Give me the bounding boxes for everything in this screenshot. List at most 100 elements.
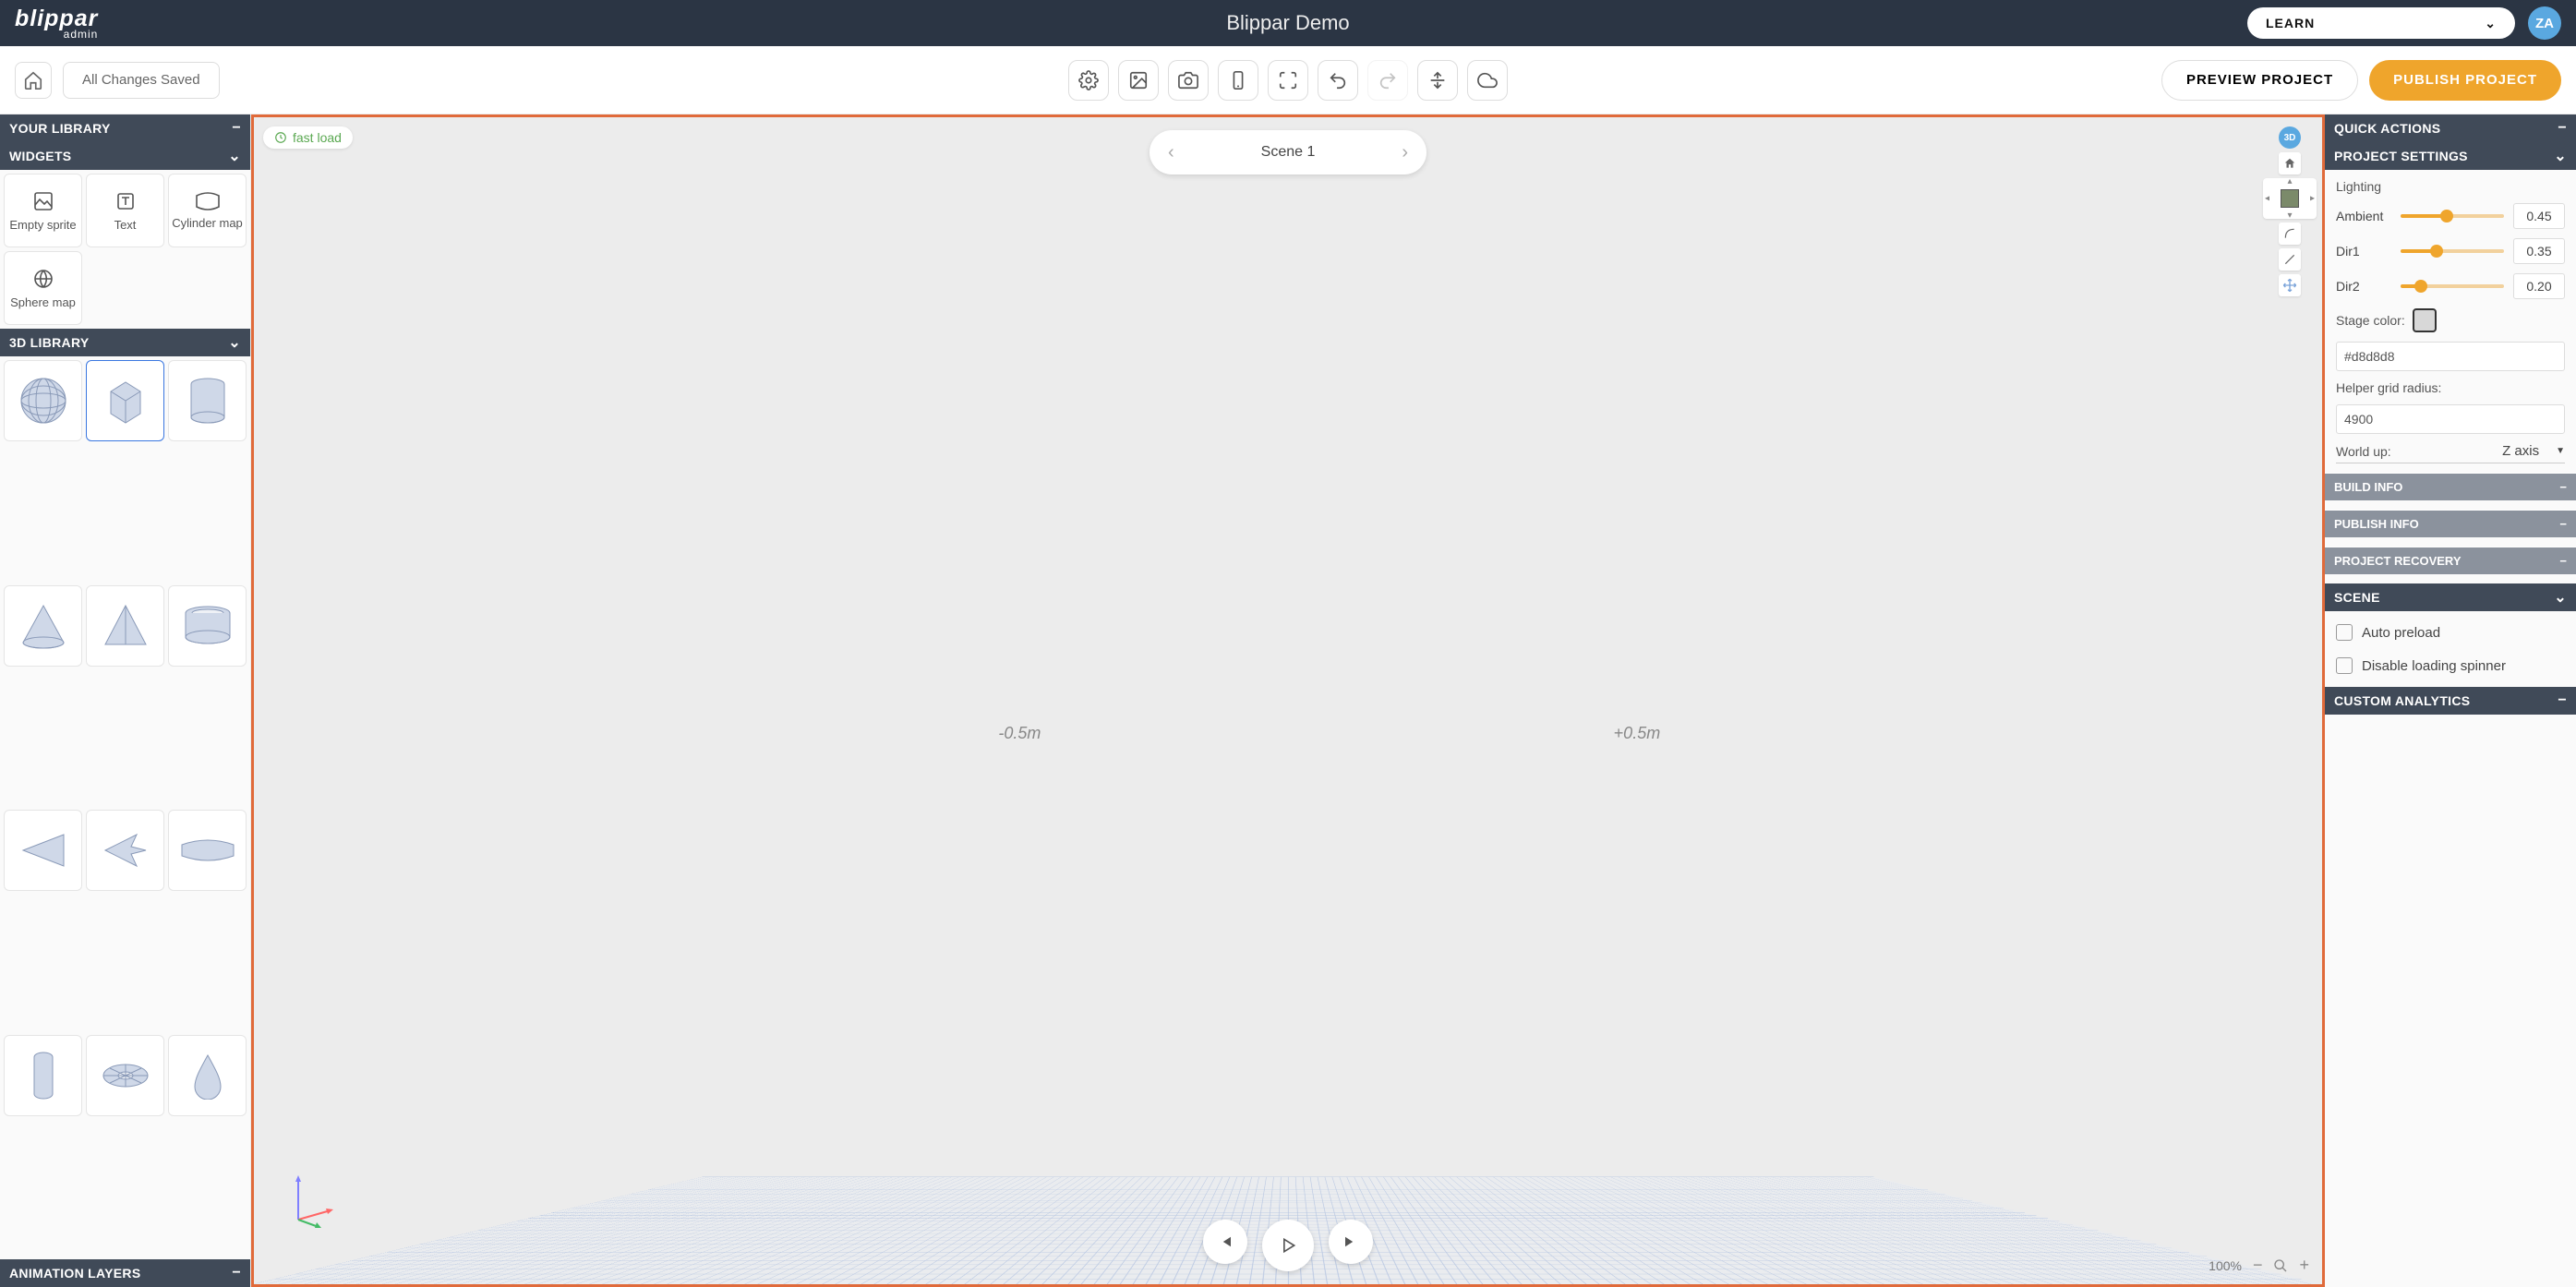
shape-cone[interactable]: [4, 585, 82, 667]
stage-color-input[interactable]: [2336, 342, 2565, 371]
scene-header[interactable]: SCENE ⌄: [2325, 583, 2576, 611]
home-view-button[interactable]: [2279, 152, 2301, 174]
shape-triangle-flat[interactable]: [4, 810, 82, 891]
shape-pyramid[interactable]: [86, 585, 164, 667]
widget-sphere-map[interactable]: Sphere map: [4, 251, 82, 325]
redo-button[interactable]: [1367, 60, 1408, 101]
auto-preload-row[interactable]: Auto preload: [2336, 620, 2565, 644]
publish-project-button[interactable]: PUBLISH PROJECT: [2369, 60, 2561, 101]
world-up-row[interactable]: World up: Z axis ▼: [2336, 443, 2565, 463]
project-recovery-header[interactable]: PROJECT RECOVERY −: [2325, 547, 2576, 574]
shape-sphere[interactable]: [4, 360, 82, 441]
quick-actions-label: QUICK ACTIONS: [2334, 121, 2440, 136]
skip-forward-button[interactable]: [1329, 1220, 1373, 1264]
skip-back-button[interactable]: [1203, 1220, 1247, 1264]
widgets-header[interactable]: WIDGETS ⌄: [0, 142, 250, 170]
app-logo[interactable]: blippar admin: [15, 7, 98, 40]
user-avatar[interactable]: ZA: [2528, 6, 2561, 40]
publish-info-header[interactable]: PUBLISH INFO −: [2325, 510, 2576, 537]
your-library-label: YOUR LIBRARY: [9, 121, 111, 136]
zoom-in-button[interactable]: +: [2299, 1256, 2309, 1275]
shape-ribbon[interactable]: [168, 810, 247, 891]
disable-loading-checkbox[interactable]: [2336, 657, 2353, 674]
app-logo-sub: admin: [64, 29, 99, 40]
view-3d-toggle[interactable]: 3D: [2279, 126, 2301, 149]
project-settings-header[interactable]: PROJECT SETTINGS ⌄: [2325, 142, 2576, 170]
zoom-out-button[interactable]: −: [2253, 1256, 2263, 1275]
cloud-button[interactable]: [1467, 60, 1508, 101]
shape-cube[interactable]: [86, 360, 164, 441]
shape-cylinder[interactable]: [168, 360, 247, 441]
camera-button[interactable]: [1168, 60, 1209, 101]
dir1-slider[interactable]: [2401, 249, 2504, 253]
auto-preload-checkbox[interactable]: [2336, 624, 2353, 641]
stage-color-label: Stage color:: [2336, 313, 2405, 328]
learn-dropdown[interactable]: LEARN ⌄: [2247, 7, 2515, 39]
widget-cylinder-map[interactable]: Cylinder map: [168, 174, 247, 247]
stage-color-swatch[interactable]: [2413, 308, 2437, 332]
build-info-header[interactable]: BUILD INFO −: [2325, 473, 2576, 500]
settings-button[interactable]: [1068, 60, 1109, 101]
left-panel: YOUR LIBRARY − WIDGETS ⌄ Empty sprite Te…: [0, 114, 251, 1287]
widget-label: Text: [114, 218, 137, 232]
project-recovery-label: PROJECT RECOVERY: [2334, 554, 2462, 568]
your-library-header[interactable]: YOUR LIBRARY −: [0, 114, 250, 142]
widget-text[interactable]: Text: [86, 174, 164, 247]
shape-droplet[interactable]: [168, 1035, 247, 1116]
dir2-slider[interactable]: [2401, 284, 2504, 288]
app-logo-text: blippar: [15, 7, 98, 30]
fullscreen-button[interactable]: [1268, 60, 1308, 101]
dir2-value[interactable]: 0.20: [2513, 273, 2565, 299]
3d-library-header[interactable]: 3D LIBRARY ⌄: [0, 329, 250, 356]
shape-tube[interactable]: [168, 585, 247, 667]
ambient-slider[interactable]: [2401, 214, 2504, 218]
triangle-up-icon: ▴: [2287, 176, 2292, 186]
cloud-icon: [1477, 70, 1498, 90]
collapse-button[interactable]: [1417, 60, 1458, 101]
dir1-value[interactable]: 0.35: [2513, 238, 2565, 264]
minus-icon: −: [2558, 120, 2567, 137]
dir1-slider-row: Dir1 0.35: [2336, 238, 2565, 264]
canvas-viewport[interactable]: -0.5m +0.5m fast load ‹ Scene 1 › 3D ▴: [251, 114, 2325, 1287]
quick-actions-header[interactable]: QUICK ACTIONS −: [2325, 114, 2576, 142]
disable-loading-label: Disable loading spinner: [2362, 658, 2506, 674]
shape-pill[interactable]: [4, 1035, 82, 1116]
3d-library-label: 3D LIBRARY: [9, 335, 90, 350]
sphere-map-icon: [32, 268, 54, 290]
fast-load-label: fast load: [293, 130, 342, 145]
scene-name: Scene 1: [1261, 144, 1316, 161]
rotate-tool[interactable]: [2279, 223, 2301, 245]
home-button[interactable]: [15, 62, 52, 99]
ambient-value[interactable]: 0.45: [2513, 203, 2565, 229]
triangle-left-icon: ◂: [2265, 194, 2269, 204]
device-button[interactable]: [1218, 60, 1258, 101]
world-up-label: World up:: [2336, 444, 2391, 459]
animation-layers-header[interactable]: ANIMATION LAYERS −: [0, 1259, 250, 1287]
helper-grid-input[interactable]: [2336, 404, 2565, 434]
preview-project-button[interactable]: PREVIEW PROJECT: [2161, 60, 2358, 101]
next-scene-button[interactable]: ›: [1402, 142, 1408, 163]
widget-empty-sprite[interactable]: Empty sprite: [4, 174, 82, 247]
image-button[interactable]: [1118, 60, 1159, 101]
minus-icon: −: [2559, 517, 2567, 531]
publish-info-label: PUBLISH INFO: [2334, 517, 2419, 531]
chevron-down-icon: ⌄: [2554, 588, 2567, 607]
undo-button[interactable]: [1318, 60, 1358, 101]
line-tool[interactable]: [2279, 248, 2301, 271]
marker-right-label: +0.5m: [1614, 724, 1661, 743]
gear-icon: [1078, 70, 1099, 90]
disable-loading-row[interactable]: Disable loading spinner: [2336, 654, 2565, 678]
play-button[interactable]: [1262, 1220, 1314, 1271]
prev-scene-button[interactable]: ‹: [1168, 142, 1174, 163]
axis-gizmo-icon: [280, 1173, 335, 1229]
minus-icon: −: [2558, 692, 2567, 709]
camera-icon: [1178, 70, 1198, 90]
pencil-icon: [2283, 253, 2296, 266]
minus-icon: −: [232, 120, 241, 137]
custom-analytics-header[interactable]: CUSTOM ANALYTICS −: [2325, 687, 2576, 715]
shape-disc[interactable]: [86, 1035, 164, 1116]
orbit-cube[interactable]: ▴ ▾ ◂ ▸: [2263, 178, 2317, 219]
triangle-down-icon: ▾: [2287, 210, 2292, 221]
move-tool[interactable]: [2279, 274, 2301, 296]
shape-arrow[interactable]: [86, 810, 164, 891]
